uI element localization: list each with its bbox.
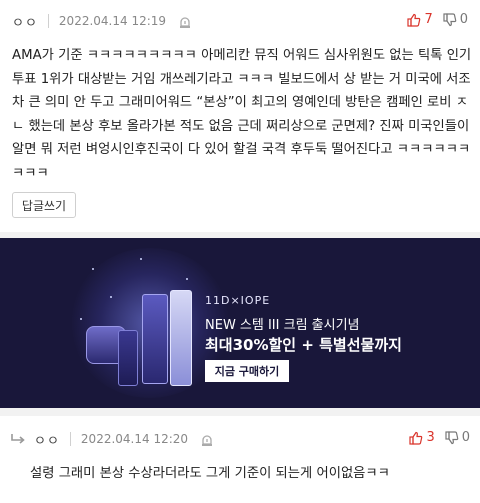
upvote-button[interactable]: 3: [409, 430, 435, 445]
comment-date: 2022.04.14 12:20: [80, 432, 189, 446]
sparkle: [80, 318, 82, 320]
reply-arrow-icon: [10, 432, 26, 446]
meta-separator: [47, 14, 49, 28]
comment-text: 설령 그래미 본상 수상라더라도 그게 기준이 되는게 어이없음ㅋㅋ: [30, 466, 390, 481]
comment-author[interactable]: ㅇㅇ: [12, 12, 38, 31]
comment: ㅇㅇ 2022.04.14 12:19 7 0 AMA가 기준 ㅋㅋㅋㅋㅋㅋㅋㅋ…: [0, 0, 480, 232]
reply-comment: ㅇㅇ 2022.04.14 12:20 3 0 설령 그래미 본상 수상라더라도…: [0, 416, 480, 503]
downvote-count: 0: [461, 430, 470, 445]
section-divider: [0, 408, 480, 416]
sparkle: [140, 258, 142, 260]
ad-brand-logo: 11D×IOPE: [205, 294, 271, 307]
meta-separator: [69, 432, 71, 446]
upvote-button[interactable]: 7: [407, 12, 433, 27]
ampoule-bottle-image: [118, 330, 138, 386]
comment-meta: ㅇㅇ 2022.04.14 12:19 7 0: [12, 10, 468, 32]
downvote-button[interactable]: 0: [443, 12, 468, 27]
thumbs-down-icon: [443, 12, 457, 26]
reply-button[interactable]: 답글쓰기: [12, 192, 76, 218]
ad-buy-now-button[interactable]: 지금 구매하기: [205, 360, 289, 382]
ad-banner[interactable]: 11D×IOPE NEW 스템 III 크림 출시기념 최대30%할인 + 특별…: [0, 238, 480, 408]
upvote-count: 3: [426, 430, 435, 445]
ad-headline: NEW 스템 III 크림 출시기념: [205, 318, 360, 333]
toner-bottle-image: [170, 290, 192, 386]
comment-author[interactable]: ㅇㅇ: [34, 430, 60, 449]
comment-meta: ㅇㅇ 2022.04.14 12:20 3 0: [10, 428, 470, 450]
thumbs-down-icon: [445, 430, 459, 444]
siren-icon[interactable]: [178, 14, 192, 28]
upvote-count: 7: [424, 12, 433, 27]
comment-text: AMA가 기준 ㅋㅋㅋㅋㅋㅋㅋㅋㅋ 아메리칸 뮤직 어워드 심사위원도 없는 틱…: [12, 48, 472, 181]
thumbs-up-icon: [409, 431, 423, 445]
sparkle: [186, 278, 188, 280]
serum-bottle-image: [142, 294, 168, 384]
siren-icon[interactable]: [200, 432, 214, 446]
downvote-count: 0: [459, 12, 468, 27]
downvote-button[interactable]: 0: [445, 430, 470, 445]
thumbs-up-icon: [407, 13, 421, 27]
comment-date: 2022.04.14 12:19: [58, 14, 167, 28]
ad-promo-text: 최대30%할인 + 특별선물까지: [205, 336, 402, 354]
vote-group: 3 0: [409, 430, 470, 445]
sparkle: [92, 268, 94, 270]
vote-group: 7 0: [407, 12, 468, 27]
sparkle: [110, 296, 112, 298]
